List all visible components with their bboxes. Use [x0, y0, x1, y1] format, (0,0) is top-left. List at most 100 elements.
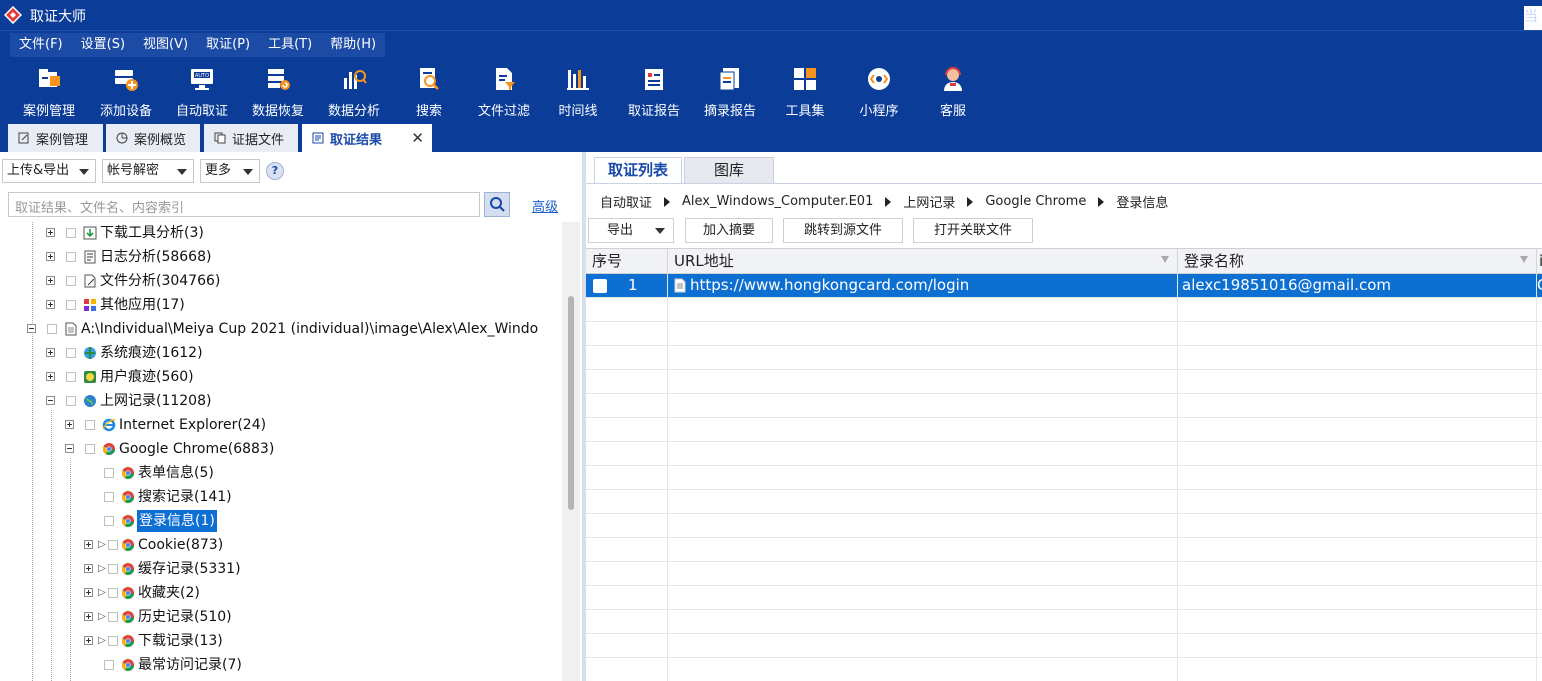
tree-item-system-traces[interactable]: 系统痕迹(1612)	[0, 342, 560, 364]
tree-checkbox[interactable]	[66, 300, 76, 310]
toolbar-excerpt-button[interactable]: 摘录报告	[698, 62, 762, 120]
tree-checkbox[interactable]	[108, 588, 118, 598]
tree-item-history[interactable]: ▷ 历史记录(510)	[0, 606, 560, 628]
tree-item-label: 系统痕迹(1612)	[100, 345, 203, 361]
upload-export-dropdown[interactable]: 上传&导出	[2, 159, 96, 183]
breadcrumb-item[interactable]: Alex_Windows_Computer.E01	[682, 194, 873, 209]
tree-item-cookie[interactable]: ▷ Cookie(873)	[0, 534, 560, 556]
tree-checkbox[interactable]	[66, 348, 76, 358]
tree-item-label: 最常访问记录(7)	[138, 657, 242, 673]
menu-help[interactable]: 帮助(H)	[321, 33, 385, 57]
toolbar-filter-button[interactable]: 文件过滤	[472, 62, 536, 120]
filter-icon[interactable]	[1520, 256, 1528, 263]
document-icon	[674, 278, 686, 293]
tree-item-cache-records[interactable]: ▷ 缓存记录(5331)	[0, 558, 560, 580]
close-icon[interactable]: ✕	[411, 129, 424, 147]
tree-checkbox[interactable]	[66, 252, 76, 262]
tree-checkbox[interactable]	[66, 396, 76, 406]
menu-view[interactable]: 视图(V)	[134, 33, 197, 57]
toolbar-report-button[interactable]: 取证报告	[622, 62, 686, 120]
menu-tools[interactable]: 工具(T)	[259, 33, 321, 57]
tree-item-download-tools[interactable]: 下载工具分析(3)	[0, 222, 560, 244]
breadcrumb-item[interactable]: 上网记录	[903, 192, 955, 211]
tree-item-image-file[interactable]: A:\Individual\Meiya Cup 2021 (individual…	[0, 318, 560, 340]
tab-gallery[interactable]: 图库	[684, 157, 774, 184]
help-icon[interactable]: ?	[266, 162, 284, 180]
tab-case-overview[interactable]: 案例概览	[106, 124, 200, 152]
toolbar-search-button[interactable]: 搜索	[404, 62, 454, 120]
breadcrumb-item[interactable]: 自动取证	[600, 192, 652, 211]
add-summary-button[interactable]: 加入摘要	[685, 218, 773, 243]
tree-checkbox[interactable]	[108, 612, 118, 622]
filter-icon[interactable]	[1161, 256, 1169, 263]
search-button[interactable]	[484, 192, 510, 217]
files-icon	[214, 132, 226, 144]
toolbar-toolset-button[interactable]: 工具集	[778, 62, 832, 120]
menu-file[interactable]: 文件(F)	[10, 33, 72, 57]
tree-item-search-records[interactable]: 搜索记录(141)	[0, 486, 560, 508]
dropdown-label: 更多	[205, 163, 232, 178]
tree-item-login-info[interactable]: 登录信息(1)	[0, 510, 560, 532]
toolbar-timeline-button[interactable]: 时间线	[552, 62, 604, 120]
column-header-login[interactable]: 登录名称	[1178, 249, 1537, 274]
tree-item-file-analysis[interactable]: 文件分析(304766)	[0, 270, 560, 292]
toolbar-support-button[interactable]: 客服	[928, 62, 978, 120]
toolbar-case-button[interactable]: 案例管理	[18, 62, 80, 120]
toolbar-analysis-button[interactable]: 数据分析	[322, 62, 386, 120]
table-row[interactable]: 1 https://www.hongkongcard.com/login ale…	[586, 274, 1542, 298]
tree-checkbox[interactable]	[104, 492, 114, 502]
tree-checkbox[interactable]	[108, 540, 118, 550]
row-login: alexc19851016@gmail.com	[1182, 276, 1391, 294]
advanced-search-link[interactable]: 高级	[532, 196, 558, 215]
tree-item-log-analysis[interactable]: 日志分析(58668)	[0, 246, 560, 268]
tree-checkbox[interactable]	[104, 468, 114, 478]
menu-forensics[interactable]: 取证(P)	[197, 33, 259, 57]
breadcrumb-item[interactable]: Google Chrome	[985, 194, 1086, 209]
open-related-file-button[interactable]: 打开关联文件	[913, 218, 1033, 243]
account-decrypt-dropdown[interactable]: 帐号解密	[102, 159, 194, 183]
jump-to-source-button[interactable]: 跳转到源文件	[783, 218, 903, 243]
tree-item-user-traces[interactable]: 用户痕迹(560)	[0, 366, 560, 388]
column-header-url[interactable]: URL地址	[668, 249, 1178, 274]
toolbar-label: 自动取证	[175, 104, 228, 119]
tree-item-internet-explorer[interactable]: Internet Explorer(24)	[0, 414, 560, 436]
tree-checkbox[interactable]	[104, 516, 114, 526]
tab-case-management[interactable]: 案例管理	[8, 124, 103, 152]
tree-checkbox[interactable]	[47, 324, 57, 334]
more-dropdown[interactable]: 更多	[200, 159, 260, 183]
tab-forensic-results[interactable]: 取证结果 ✕	[302, 124, 432, 152]
tree-scrollbar[interactable]	[562, 222, 580, 681]
tree-checkbox[interactable]	[108, 636, 118, 646]
tree-checkbox[interactable]	[66, 228, 76, 238]
tree-checkbox[interactable]	[66, 372, 76, 382]
export-dropdown[interactable]: 导出	[588, 218, 674, 243]
toolbar-add-device-button[interactable]: 添加设备	[94, 62, 158, 120]
search-input[interactable]: 取证结果、文件名、内容索引	[8, 192, 480, 217]
tab-forensic-list[interactable]: 取证列表	[594, 157, 682, 184]
tree-item-favorites[interactable]: ▷ 收藏夹(2)	[0, 582, 560, 604]
tree-item-web-records[interactable]: 上网记录(11208)	[0, 390, 560, 412]
column-header-extra[interactable]: i	[1537, 249, 1542, 274]
add-device-icon	[115, 70, 138, 91]
tree-checkbox[interactable]	[85, 444, 95, 454]
tree-item-google-chrome[interactable]: Google Chrome(6883)	[0, 438, 560, 460]
tree-checkbox[interactable]	[66, 276, 76, 286]
toolbar-miniprogram-button[interactable]: 小程序	[852, 62, 906, 120]
tree-item-most-visited[interactable]: 最常访问记录(7)	[0, 654, 560, 676]
toolbar-auto-button[interactable]: AUTO 自动取证	[170, 62, 234, 120]
column-header-index[interactable]: 序号	[586, 249, 668, 274]
scrollbar-thumb[interactable]	[568, 296, 574, 510]
menu-settings[interactable]: 设置(S)	[72, 33, 134, 57]
tree-item-downloads[interactable]: ▷ 下载记录(13)	[0, 630, 560, 652]
tab-evidence-files[interactable]: 证据文件	[204, 124, 298, 152]
tree-item-other-apps[interactable]: 其他应用(17)	[0, 294, 560, 316]
tree-item-form-info[interactable]: 表单信息(5)	[0, 462, 560, 484]
tree-checkbox[interactable]	[108, 564, 118, 574]
table-row-empty	[586, 418, 1542, 442]
tree-checkbox[interactable]	[104, 660, 114, 670]
tree-checkbox[interactable]	[85, 420, 95, 430]
breadcrumb-item[interactable]: 登录信息	[1116, 192, 1168, 211]
toolbar-label: 客服	[939, 104, 966, 119]
toolbar-recovery-button[interactable]: 数据恢复	[246, 62, 310, 120]
row-checkbox[interactable]	[593, 279, 607, 293]
